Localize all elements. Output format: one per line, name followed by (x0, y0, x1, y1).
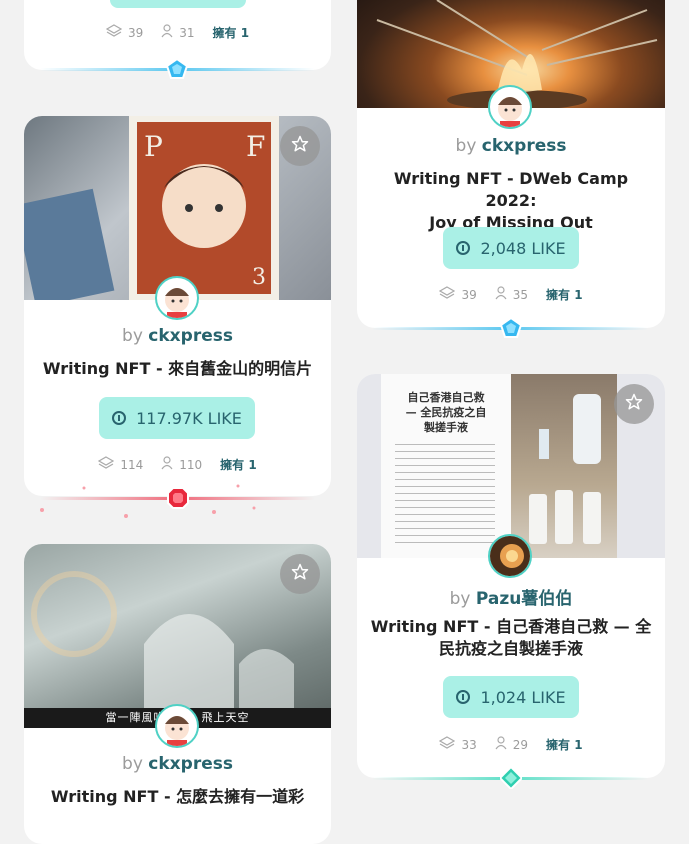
star-icon (291, 135, 309, 157)
like-count: 1,024 LIKE (480, 687, 566, 707)
like-button-partial[interactable] (110, 0, 246, 8)
star-icon (291, 563, 309, 585)
byline: by ckxpress (357, 136, 665, 156)
nft-title[interactable]: Writing NFT - 來自舊金山的明信片 (34, 358, 321, 380)
title-line-1: Writing NFT - 自己香港自己救 — 全 (370, 617, 652, 636)
user-icon (161, 456, 173, 473)
owned-count: 擁有 1 (212, 26, 250, 40)
cover-heading-2: — 全民抗疫之自 (405, 406, 487, 419)
byline: by ckxpress (24, 754, 331, 774)
owned-count: 擁有 1 (546, 288, 583, 302)
user-icon (495, 286, 507, 303)
like-count: 2,048 LIKE (480, 238, 566, 258)
layers-icon (98, 456, 115, 473)
author-avatar[interactable] (155, 276, 199, 320)
favorite-button[interactable] (280, 126, 320, 166)
nft-title[interactable]: Writing NFT - 自己香港自己救 — 全 民抗疫之自製搓手液 (367, 616, 655, 660)
author-name[interactable]: Pazu薯伯伯 (476, 589, 572, 609)
by-label: by (122, 326, 143, 346)
cover-heading-3: 製搓手液 (424, 421, 468, 434)
layers-icon (439, 736, 456, 753)
byline: by ckxpress (24, 326, 331, 346)
gem-icon (498, 765, 524, 793)
svg-text:P: P (144, 130, 163, 163)
author-avatar[interactable] (155, 704, 199, 748)
svg-text:3: 3 (252, 265, 266, 290)
gem-icon (165, 57, 189, 84)
editions-count: 114 (120, 457, 144, 472)
owned-count: 擁有 1 (546, 738, 583, 752)
title-line-1: Writing NFT - DWeb Camp 2022: (393, 169, 629, 210)
byline: by Pazu薯伯伯 (357, 584, 665, 609)
layers-icon (439, 286, 456, 303)
favorite-button[interactable] (280, 554, 320, 594)
collectors-count: 35 (512, 287, 529, 302)
like-coin-icon (112, 411, 127, 425)
by-label: by (455, 136, 477, 156)
collectors-count: 110 (179, 457, 203, 472)
gem-icon (499, 316, 523, 343)
editions-count: 39 (461, 287, 477, 302)
editions-count: 39 (127, 25, 144, 40)
like-button[interactable]: 117.97K LIKE (99, 397, 255, 439)
editions-count: 33 (461, 737, 477, 752)
layers-icon (105, 24, 123, 41)
author-avatar[interactable] (488, 85, 532, 129)
by-label: by (122, 754, 143, 774)
like-coin-icon (456, 690, 471, 704)
author-avatar[interactable] (488, 534, 532, 578)
nft-card-hand-sanitizer[interactable]: 自己香港自己救 — 全民抗疫之自 製搓手液 by Pazu薯伯伯 Writing… (357, 374, 665, 778)
user-icon (161, 24, 173, 41)
like-count: 117.97K LIKE (136, 408, 242, 428)
owned-count: 擁有 1 (220, 458, 257, 472)
gem-icon (167, 487, 189, 513)
collectors-count: 31 (179, 25, 195, 40)
author-name[interactable]: ckxpress (148, 754, 233, 774)
like-button[interactable]: 1,024 LIKE (443, 676, 579, 718)
card-stats: 114 110 擁有 1 (24, 456, 331, 473)
title-line-2: 民抗疫之自製搓手液 (438, 639, 583, 658)
card-stats: 39 35 擁有 1 (357, 286, 665, 303)
nft-card-sf-postcard[interactable]: P F 3 by ckxpress Writing NFT - 來自舊金山的明信… (24, 116, 331, 496)
collectors-count: 29 (512, 737, 529, 752)
author-name[interactable]: ckxpress (482, 136, 567, 156)
star-icon (625, 393, 643, 415)
author-name[interactable]: ckxpress (148, 326, 233, 346)
like-coin-icon (456, 241, 471, 255)
card-stats: 33 29 擁有 1 (357, 736, 665, 753)
cover-heading-1: 自己香港自己救 (407, 391, 485, 404)
like-button[interactable]: 2,048 LIKE (443, 227, 579, 269)
card-stats: 39 31 擁有 1 (24, 24, 331, 41)
favorite-button[interactable] (614, 384, 654, 424)
user-icon (495, 736, 507, 753)
by-label: by (449, 589, 471, 609)
nft-title[interactable]: Writing NFT - 怎麼去擁有一道彩 (34, 786, 321, 808)
nft-title[interactable]: Writing NFT - DWeb Camp 2022: Joy of Mis… (367, 168, 655, 234)
svg-text:F: F (246, 130, 265, 163)
nft-card-dweb-camp[interactable]: by ckxpress Writing NFT - DWeb Camp 2022… (357, 0, 665, 328)
nft-card-rainbow[interactable]: 當一陣風吹 飛上天空 by ckxpress Writing NFT - 怎麼去… (24, 544, 331, 844)
